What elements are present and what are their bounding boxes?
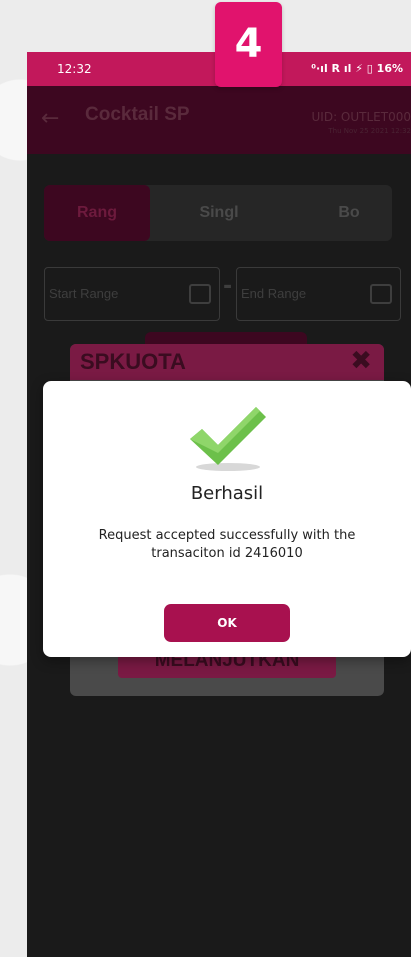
- ok-button[interactable]: OK: [164, 604, 290, 642]
- tab-single[interactable]: Singl: [164, 185, 274, 241]
- success-modal: Berhasil Request accepted successfully w…: [43, 381, 411, 657]
- start-range-label: Start Range: [49, 286, 119, 301]
- status-icons: ⁰·ıl R ıl ⚡ ▯ 16%: [311, 62, 403, 75]
- start-range-field[interactable]: Start Range: [44, 267, 220, 321]
- date-label: Thu Nov 25 2021 12:32: [328, 127, 411, 135]
- checkmark-icon: [190, 407, 266, 471]
- scan-icon[interactable]: [370, 284, 392, 304]
- app-title: Cocktail SP: [85, 104, 190, 125]
- success-message: Request accepted successfully with the t…: [98, 528, 356, 561]
- close-icon[interactable]: ✖: [350, 346, 372, 376]
- step-badge: 4: [215, 2, 282, 87]
- app-bar: ← Cocktail SP UID: OUTLET000 Thu Nov 25 …: [27, 86, 411, 154]
- quota-dialog-header: SPKUOTA ✖: [70, 344, 384, 380]
- uid-label: UID: OUTLET000: [311, 110, 411, 124]
- tab-range[interactable]: Rang: [44, 185, 150, 241]
- tab-box[interactable]: Bo: [304, 185, 394, 241]
- status-time: 12:32: [57, 62, 92, 76]
- quota-dialog-title: SPKUOTA: [80, 349, 186, 374]
- back-arrow-icon[interactable]: ←: [41, 106, 59, 131]
- mode-tabs: Rang Singl Bo: [44, 185, 392, 241]
- end-range-field[interactable]: End Range: [236, 267, 401, 321]
- end-range-label: End Range: [241, 286, 307, 301]
- range-separator: -: [223, 274, 233, 299]
- scan-icon[interactable]: [189, 284, 211, 304]
- success-title: Berhasil: [190, 483, 264, 504]
